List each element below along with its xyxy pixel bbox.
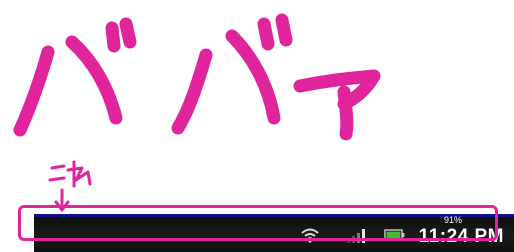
highlight-box	[18, 205, 498, 241]
screenshot-canvas: 91% 11:24 PM	[0, 0, 514, 252]
